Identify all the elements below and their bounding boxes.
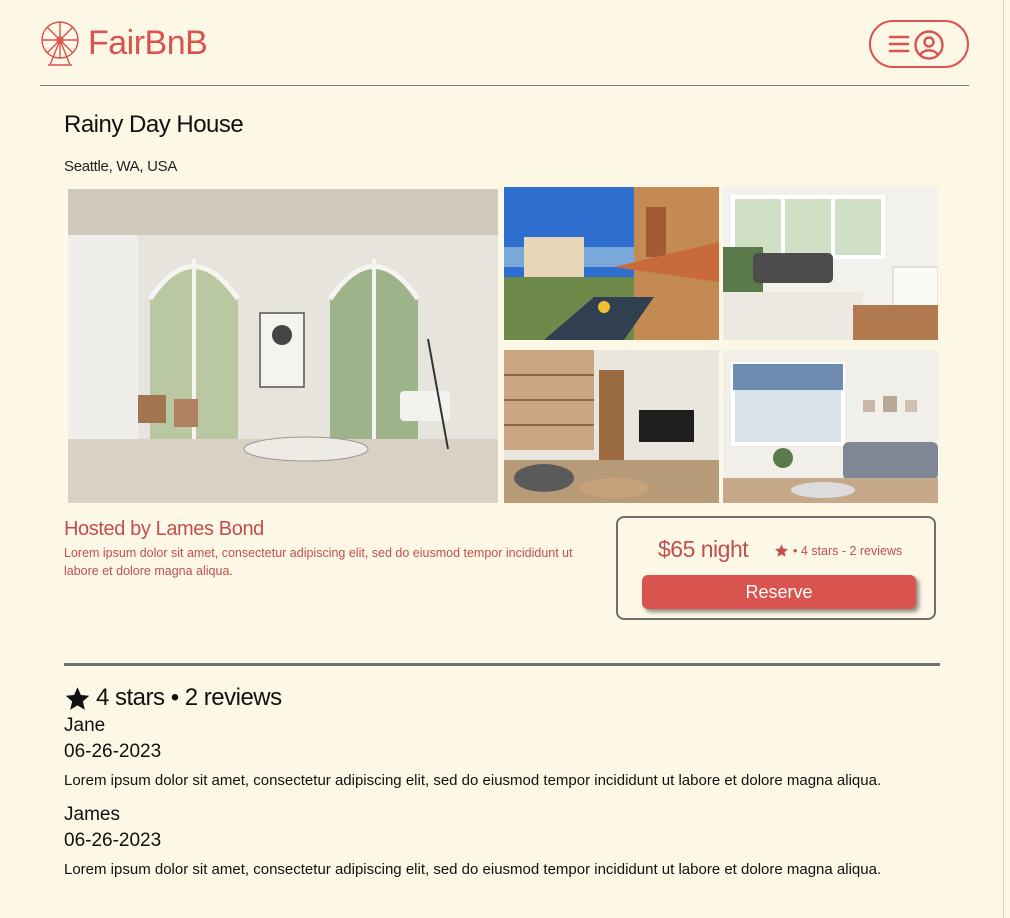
ferris-wheel-icon [41, 21, 79, 66]
user-menu-button[interactable] [869, 20, 969, 68]
photo-rooftop[interactable] [504, 187, 719, 340]
rating-summary-text: • 4 stars - 2 reviews [793, 543, 903, 558]
star-icon [65, 686, 90, 710]
logo[interactable]: FairBnB [40, 20, 208, 66]
reviews-summary: 4 stars • 2 reviews [64, 684, 282, 712]
rating-summary-small: • 4 stars - 2 reviews [774, 543, 902, 558]
host-title: Hosted by Lames Bond [64, 518, 264, 540]
host-description: Lorem ipsum dolor sit amet, consectetur … [64, 546, 573, 578]
review-item: Jane 06-26-2023 Lorem ipsum dolor sit am… [64, 715, 964, 789]
page-edge [1003, 0, 1004, 918]
top-nav: FairBnB [40, 0, 969, 86]
hamburger-icon [888, 35, 910, 53]
review-date: 06-26-2023 [64, 830, 162, 851]
photo-bright-living[interactable] [723, 187, 938, 340]
booking-card: $65 night • 4 stars - 2 reviews Reserve [616, 516, 936, 620]
price-per-night: $65 night [658, 536, 749, 562]
reviewer-name: James [64, 804, 120, 825]
listing-location: Seattle, WA, USA [64, 158, 178, 175]
reviews-summary-text: 4 stars • 2 reviews [96, 684, 282, 711]
reserve-button[interactable]: Reserve [642, 575, 916, 609]
listing-title: Rainy Day House [64, 111, 244, 138]
review-text: Lorem ipsum dolor sit amet, consectetur … [64, 772, 882, 789]
section-divider [64, 663, 940, 666]
user-circle-icon [914, 30, 944, 60]
reviewer-name: Jane [64, 715, 106, 736]
brand-name: FairBnB [88, 23, 208, 62]
photo-modern-lounge[interactable] [504, 350, 719, 503]
photo-main[interactable] [68, 189, 498, 503]
star-icon [774, 544, 789, 557]
review-text: Lorem ipsum dolor sit amet, consectetur … [64, 861, 882, 878]
review-item: James 06-26-2023 Lorem ipsum dolor sit a… [64, 804, 964, 878]
photo-blue-sofa[interactable] [723, 350, 938, 503]
review-date: 06-26-2023 [64, 741, 162, 762]
